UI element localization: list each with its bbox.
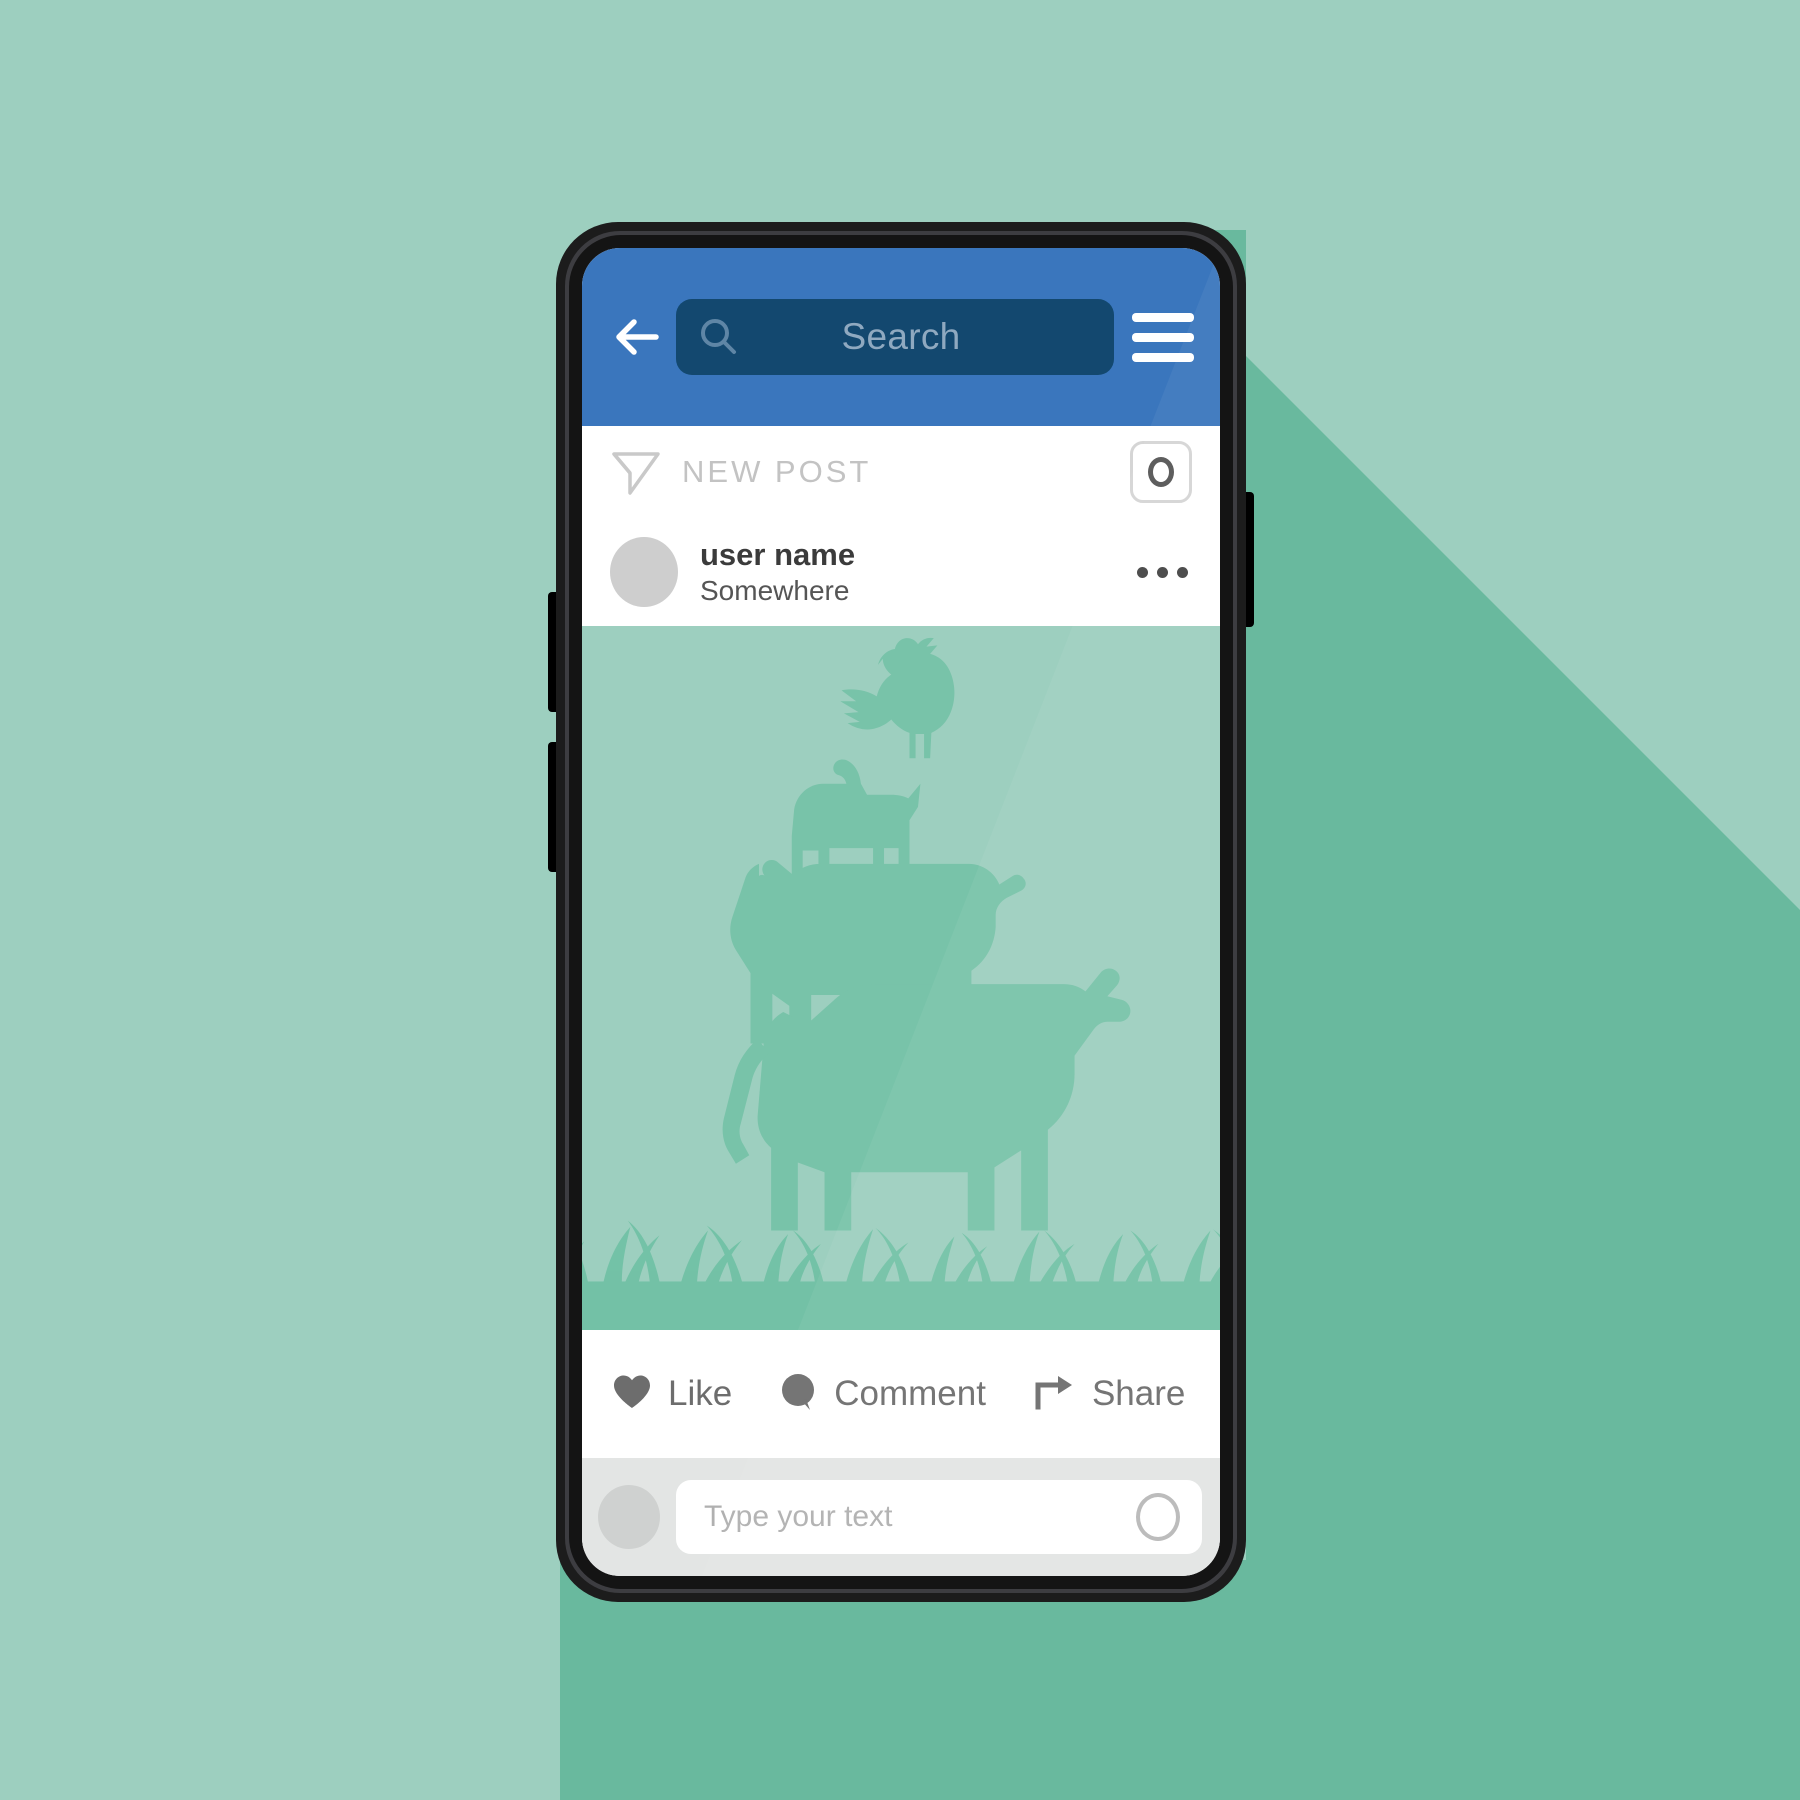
phone-screen: Search NEW POST user name Somewhere Like… <box>582 248 1220 1576</box>
post-actions: Like Comment Share <box>582 1330 1220 1458</box>
heart-icon <box>612 1374 652 1415</box>
search-placeholder: Search <box>841 316 961 357</box>
new-post-bar[interactable]: NEW POST <box>582 426 1220 518</box>
more-options-icon[interactable] <box>1137 566 1192 578</box>
comment-label: Comment <box>834 1374 986 1413</box>
post-image[interactable] <box>582 626 1220 1330</box>
camera-lens <box>1148 457 1174 487</box>
send-circle-icon[interactable] <box>1136 1493 1180 1541</box>
comment-button[interactable]: Comment <box>780 1373 986 1416</box>
post-location: Somewhere <box>700 574 850 606</box>
arrow-left-icon[interactable] <box>608 308 666 366</box>
like-button[interactable]: Like <box>612 1374 732 1415</box>
avatar[interactable] <box>610 537 678 607</box>
new-post-label: NEW POST <box>682 454 872 489</box>
illustration-canvas: Search NEW POST user name Somewhere Like… <box>0 0 1800 1800</box>
comment-input[interactable]: Type your text <box>676 1480 1202 1554</box>
username: user name <box>700 537 856 573</box>
like-label: Like <box>668 1374 733 1413</box>
smartphone-mockup: Search NEW POST user name Somewhere Like… <box>548 222 1254 1602</box>
comment-bubble-icon <box>780 1373 818 1416</box>
current-user-avatar[interactable] <box>598 1485 660 1549</box>
post-author-meta: user name Somewhere <box>700 537 855 607</box>
post-header: user name Somewhere <box>582 518 1220 626</box>
send-paper-plane-icon <box>610 446 662 498</box>
comment-composer: Type your text <box>582 1458 1220 1576</box>
search-icon <box>698 316 740 358</box>
share-button[interactable]: Share <box>1034 1373 1185 1416</box>
app-bar: Search <box>582 248 1220 426</box>
search-input[interactable]: Search <box>676 299 1114 375</box>
hamburger-menu-icon[interactable] <box>1132 309 1194 365</box>
share-label: Share <box>1091 1374 1186 1413</box>
share-arrow-icon <box>1034 1373 1076 1416</box>
comment-placeholder: Type your text <box>704 1500 893 1533</box>
camera-icon[interactable] <box>1130 441 1192 503</box>
